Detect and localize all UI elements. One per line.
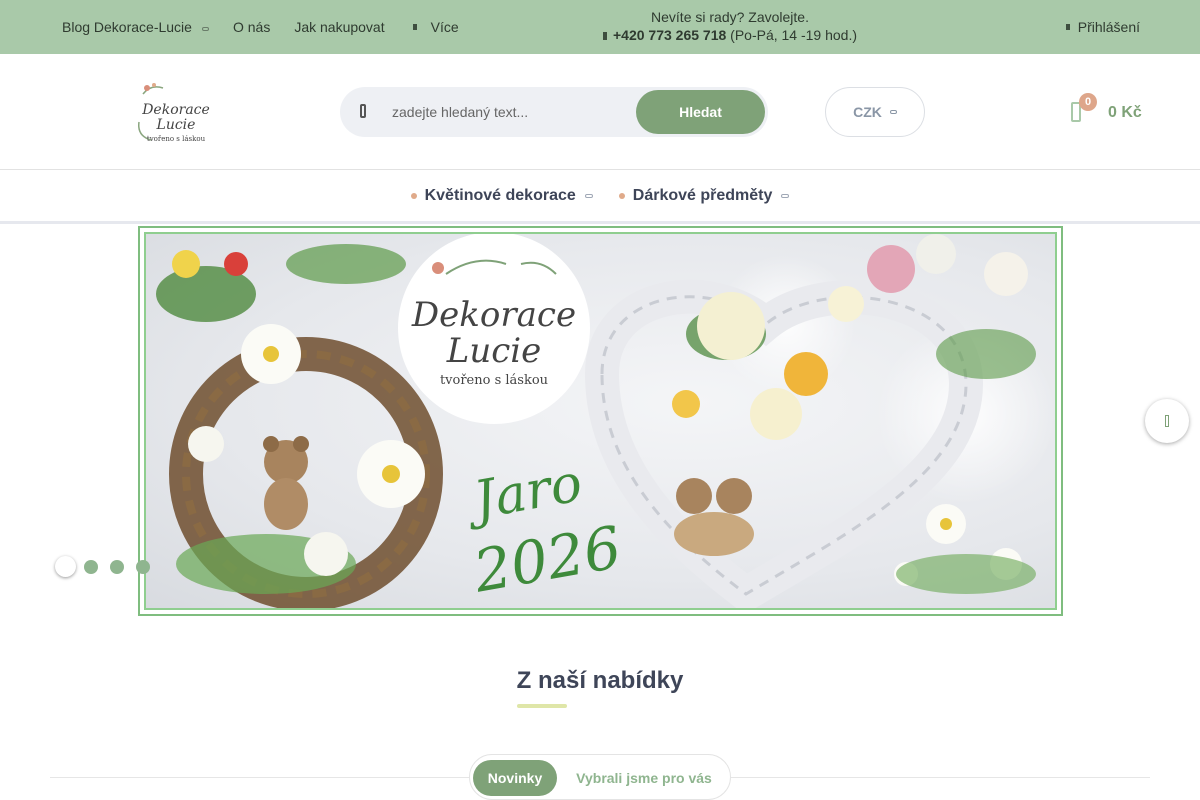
cart-total: 0 Kč bbox=[1108, 104, 1142, 121]
contact-prompt: Nevíte si rady? Zavolejte. bbox=[651, 9, 809, 25]
chevron-down-icon bbox=[889, 110, 897, 114]
contact-info: Nevíte si rady? Zavolejte. +420 773 265 … bbox=[560, 8, 900, 44]
chevron-down-icon bbox=[781, 193, 790, 198]
tab-new[interactable]: Novinky bbox=[473, 760, 557, 796]
nav-item-blog[interactable]: Blog Dekorace-Lucie bbox=[62, 19, 209, 35]
phone-number[interactable]: +420 773 265 718 bbox=[613, 27, 726, 43]
bullet-icon bbox=[410, 192, 417, 199]
login-link[interactable]: Přihlášení bbox=[1065, 19, 1140, 35]
phone-icon bbox=[602, 32, 607, 41]
nav-item-about[interactable]: O nás bbox=[233, 19, 270, 35]
nav-item-label: O nás bbox=[232, 19, 271, 35]
chevron-right-icon bbox=[1165, 415, 1169, 427]
banner-image: Dekorace Lucie tvořeno s láskou Jaro 202… bbox=[144, 232, 1057, 610]
tab-recommended[interactable]: Vybrali jsme pro vás bbox=[566, 760, 722, 796]
user-icon bbox=[1065, 24, 1070, 30]
top-navigation: Blog Dekorace-Lucie O nás Jak nakupovat … bbox=[62, 0, 483, 54]
contact-phone-line: +420 773 265 718 (Po-Pá, 14 -19 hod.) bbox=[560, 26, 900, 44]
chevron-down-icon bbox=[412, 24, 417, 30]
currency-label: CZK bbox=[853, 104, 882, 120]
category-label: Květinové dekorace bbox=[424, 186, 576, 204]
chevron-down-icon bbox=[584, 193, 593, 198]
nav-item-more[interactable]: Více bbox=[409, 19, 459, 35]
banner-logo-line1: Dekorace bbox=[411, 295, 576, 335]
title-underline bbox=[517, 704, 567, 708]
cart-button[interactable]: 0 0 Kč bbox=[1068, 90, 1148, 134]
hero-banner[interactable]: Dekorace Lucie tvořeno s láskou Jaro 202… bbox=[138, 226, 1063, 616]
cart-count-badge: 0 bbox=[1079, 93, 1097, 111]
category-navigation: Květinové dekorace Dárkové předměty bbox=[0, 170, 1200, 224]
category-gift-items[interactable]: Dárkové předměty bbox=[618, 186, 790, 205]
top-bar: Blog Dekorace-Lucie O nás Jak nakupovat … bbox=[0, 0, 1200, 54]
svg-text:Dekorace: Dekorace bbox=[141, 102, 210, 118]
carousel-dot[interactable] bbox=[110, 559, 124, 574]
carousel-dot[interactable] bbox=[55, 556, 76, 577]
section-title: Z naší nabídky bbox=[516, 667, 684, 694]
site-logo[interactable]: Dekorace Lucie tvořeno s láskou bbox=[133, 80, 219, 146]
product-tabs: Novinky Vybrali jsme pro vás bbox=[469, 754, 731, 800]
carousel-dots bbox=[55, 556, 162, 577]
carousel-dot[interactable] bbox=[136, 559, 150, 574]
carousel-next-button[interactable] bbox=[1145, 399, 1189, 443]
carousel-dot[interactable] bbox=[84, 559, 98, 574]
svg-text:Lucie: Lucie bbox=[156, 117, 196, 133]
category-label: Dárkové předměty bbox=[632, 186, 773, 204]
svg-text:tvořeno s láskou: tvořeno s láskou bbox=[147, 135, 206, 143]
banner-logo-tagline: tvořeno s láskou bbox=[440, 373, 548, 388]
banner-logo-line2: Lucie bbox=[446, 331, 542, 371]
search-bar: Hledat bbox=[340, 87, 768, 137]
nav-item-label: Více bbox=[430, 19, 459, 35]
opening-hours: (Po-Pá, 14 -19 hod.) bbox=[730, 27, 858, 43]
nav-item-label: Blog Dekorace-Lucie bbox=[62, 19, 192, 35]
bullet-icon bbox=[618, 192, 625, 199]
search-icon bbox=[360, 104, 366, 118]
search-input[interactable] bbox=[392, 97, 662, 127]
currency-select[interactable]: CZK bbox=[825, 87, 925, 137]
nav-item-how-to-buy[interactable]: Jak nakupovat bbox=[294, 19, 384, 35]
category-flower-decorations[interactable]: Květinové dekorace bbox=[410, 186, 593, 205]
nav-item-label: Jak nakupovat bbox=[294, 19, 385, 35]
search-button[interactable]: Hledat bbox=[636, 90, 765, 134]
banner-illustration: Dekorace Lucie tvořeno s láskou Jaro 202… bbox=[156, 234, 1055, 608]
chevron-down-icon bbox=[201, 26, 209, 31]
login-label: Přihlášení bbox=[1077, 19, 1140, 35]
header: Dekorace Lucie tvořeno s láskou Hledat C… bbox=[0, 54, 1200, 170]
logo-icon: Dekorace Lucie tvořeno s láskou bbox=[138, 83, 210, 143]
